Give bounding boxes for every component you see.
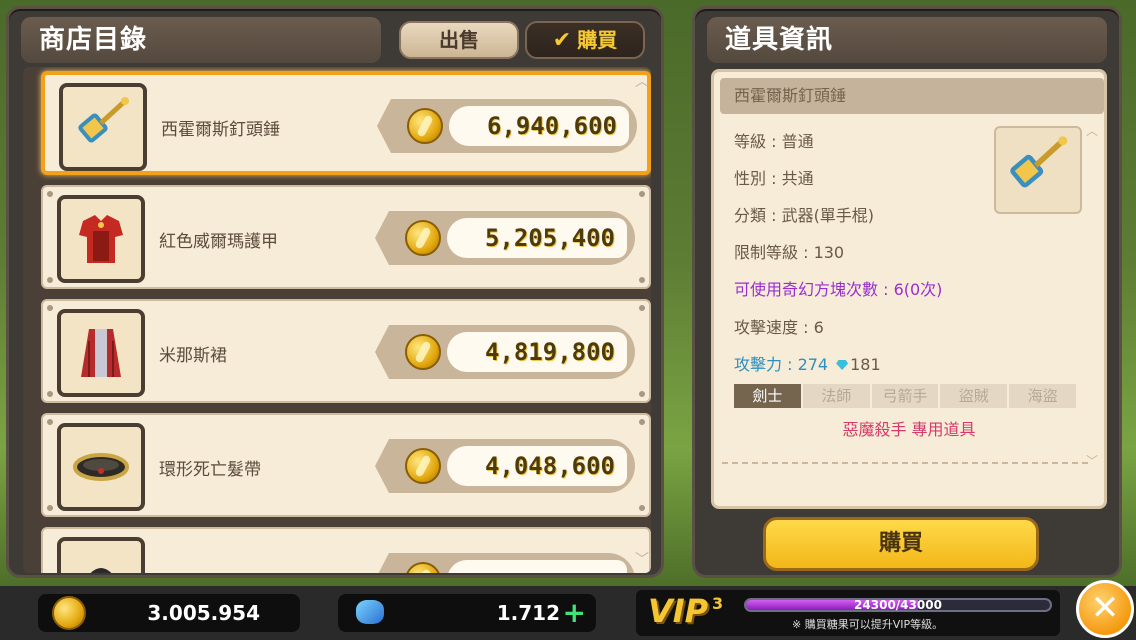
atk-bonus-value: 181: [850, 355, 881, 374]
detail-level: 等級 : 普通: [734, 132, 814, 151]
item-name: 西霍爾斯釘頭錘: [161, 120, 280, 140]
item-price: 6,940,600: [449, 106, 629, 146]
item-thumbnail: [59, 83, 147, 171]
price-tag: 4,819,800: [375, 325, 635, 379]
close-button[interactable]: ✕: [1076, 580, 1134, 638]
item-thumbnail: [57, 537, 145, 573]
scroll-down-icon[interactable]: ﹀: [1086, 452, 1098, 469]
detail-atk-power: 攻擊力 : 274 181: [734, 351, 881, 375]
shop-panel: 商店目錄 出售 ✔購買 西霍爾斯釘頭錘 6,940,600 紅色威爾瑪護甲 5: [6, 6, 664, 578]
class-magician: 法師: [802, 384, 870, 408]
item-name: 米那斯裙: [159, 346, 227, 366]
add-candy-icon[interactable]: +: [563, 594, 586, 632]
exclusive-note: 惡魔殺手 專用道具: [842, 420, 976, 439]
headband-icon: [73, 453, 129, 481]
class-bowman: 弓箭手: [871, 384, 939, 408]
list-item[interactable]: 米那斯裙 4,819,800: [41, 299, 651, 403]
item-name: 環形死亡髮帶: [159, 460, 261, 480]
skirt-icon: [81, 329, 121, 377]
price-tag: 6,940,600: [377, 99, 637, 153]
vip-note: ※ 購買糖果可以提升VIP等級。: [792, 618, 944, 631]
tab-sell[interactable]: 出售: [399, 21, 519, 59]
candy-amount: 1.712: [496, 601, 560, 625]
hammer-icon: [1010, 136, 1068, 188]
vip-logo: VIP: [648, 592, 709, 630]
currency-bar: 3.005.954 1.712 + VIP 3 24300/43000 ※ 購買…: [0, 586, 1136, 640]
gem-icon: [836, 360, 849, 370]
candy-icon: [356, 600, 384, 624]
class-pirate: 海盜: [1009, 384, 1076, 408]
meso-coin-icon: [405, 448, 441, 484]
price-tag: [375, 553, 635, 573]
armor-icon: [79, 215, 123, 263]
item-price: 4,819,800: [447, 332, 627, 372]
vip-status[interactable]: VIP 3 24300/43000 ※ 購買糖果可以提升VIP等級。: [636, 590, 1060, 636]
helmet-icon: [90, 568, 112, 573]
tab-buy[interactable]: ✔ 購買: [525, 21, 645, 59]
meso-coin-icon: [405, 220, 441, 256]
detail-gender: 性別 : 共通: [734, 169, 814, 188]
buy-button[interactable]: 購買: [763, 517, 1039, 571]
item-price: 4,048,600: [447, 446, 627, 486]
tab-buy-label: 購買: [577, 28, 618, 52]
hammer-icon: [78, 97, 129, 143]
class-thief: 盜賊: [940, 384, 1008, 408]
vip-level: 3: [712, 594, 724, 613]
list-item[interactable]: 紅色威爾瑪護甲 5,205,400: [41, 185, 651, 289]
detail-item-name: 西霍爾斯釘頭錘: [720, 78, 1104, 114]
price-tag: 5,205,400: [375, 211, 635, 265]
candy-display: 1.712 +: [338, 594, 596, 632]
check-icon: ✔: [552, 28, 572, 53]
detail-category: 分類 : 武器(單手棍): [734, 206, 875, 225]
price-tag: 4,048,600: [375, 439, 635, 493]
item-thumbnail: [57, 423, 145, 511]
info-title: 道具資訊: [707, 17, 1107, 63]
shop-title: 商店目錄: [21, 17, 381, 63]
item-thumbnail: [57, 195, 145, 283]
class-warrior: 劍士: [734, 384, 801, 408]
class-restrictions: 劍士 法師 弓箭手 盜賊 海盜: [734, 384, 1076, 408]
atk-power-value: 攻擊力 : 274: [734, 355, 829, 374]
scroll-up-icon[interactable]: ︿: [1086, 122, 1098, 139]
meso-coin-icon: [405, 334, 441, 370]
item-price: [447, 560, 627, 573]
scroll-down-icon[interactable]: ﹀: [635, 549, 649, 569]
meso-coin-icon: [405, 562, 441, 573]
meso-coin-icon: [52, 596, 86, 630]
vip-progress-text: 24300/43000: [854, 598, 942, 612]
divider: [722, 462, 1088, 464]
item-list[interactable]: 西霍爾斯釘頭錘 6,940,600 紅色威爾瑪護甲 5,205,400 米那斯裙…: [23, 67, 651, 573]
detail-atk-speed: 攻擊速度 : 6: [734, 318, 824, 337]
info-panel: 道具資訊 西霍爾斯釘頭錘 等級 : 普通 性別 : 共通 分類 : 武器(單手棍…: [692, 6, 1122, 578]
mesos-amount: 3.005.954: [147, 601, 260, 625]
list-item[interactable]: 西霍爾斯釘頭錘 6,940,600: [41, 71, 651, 175]
item-details[interactable]: 西霍爾斯釘頭錘 等級 : 普通 性別 : 共通 分類 : 武器(單手棍) 限制等…: [711, 69, 1107, 509]
item-price: 5,205,400: [447, 218, 627, 258]
detail-item-image: [994, 126, 1082, 214]
mesos-display: 3.005.954: [38, 594, 300, 632]
item-thumbnail: [57, 309, 145, 397]
meso-coin-icon: [407, 108, 443, 144]
detail-req-level: 限制等級 : 130: [734, 243, 845, 262]
item-name: 紅色威爾瑪護甲: [159, 232, 278, 252]
list-item[interactable]: [41, 527, 651, 573]
list-item[interactable]: 環形死亡髮帶 4,048,600: [41, 413, 651, 517]
detail-cube: 可使用奇幻方塊次數 : 6(0次): [734, 280, 943, 299]
scroll-up-icon[interactable]: ︿: [635, 71, 649, 91]
